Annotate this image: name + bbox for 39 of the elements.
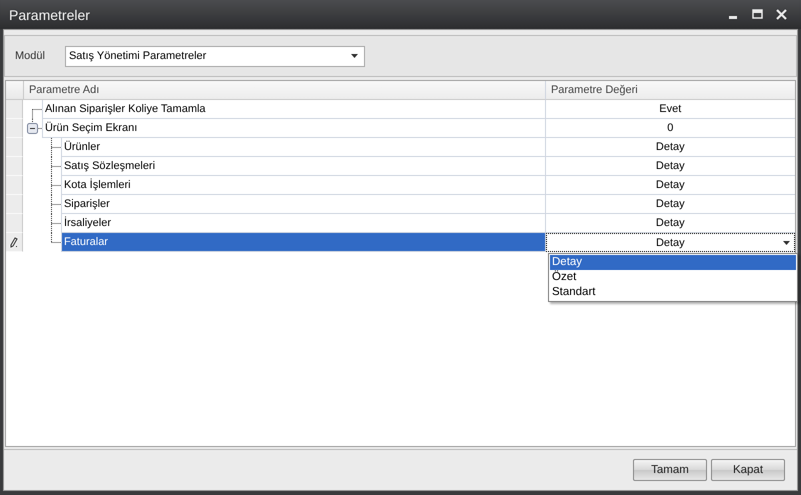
dialog-button[interactable]: Tamam	[633, 459, 707, 481]
parameter-value-cell: Detay	[546, 176, 795, 195]
tree-lines-drawing	[32, 119, 42, 129]
dropdown-arrow-icon	[350, 54, 358, 58]
value-select[interactable]: Detay	[546, 233, 795, 252]
dropdown-option[interactable]: Özet	[550, 270, 796, 285]
parameter-value-cell: 0	[546, 119, 795, 138]
parameter-value-cell: Detay	[546, 214, 795, 233]
parameter-name-cell[interactable]: Siparişler	[60, 195, 545, 214]
collapse-icon[interactable]	[26, 123, 38, 134]
parameter-name-cell[interactable]: Satış Sözleşmeleri	[60, 157, 545, 176]
window-title: Parametreler	[9, 6, 90, 22]
tree-lines-drawing	[32, 109, 42, 119]
dropdown-arrow-icon	[783, 240, 790, 244]
parameter-value-cell: Detay	[546, 157, 795, 176]
dropdown-option[interactable]: Standart	[550, 285, 796, 300]
parameter-name-cell[interactable]: Ürünler	[60, 138, 545, 157]
tree-lines-drawing	[50, 195, 61, 214]
parameter-value-cell: Detay	[546, 195, 795, 214]
module-label: Modül	[15, 50, 45, 62]
maximize-icon[interactable]	[752, 9, 763, 20]
pencil-icon	[10, 236, 18, 248]
dropdown-option[interactable]: Detay	[550, 255, 796, 270]
parameter-name-cell[interactable]: Alınan Siparişler Koliye Tamamla	[42, 100, 545, 119]
parameter-value-cell: Evet	[546, 100, 795, 119]
column-header[interactable]: Parametre Adı	[24, 81, 546, 100]
parameter-name-cell[interactable]: Kota İşlemleri	[60, 176, 545, 195]
dialog-button[interactable]: Kapat	[711, 459, 785, 481]
tree-lines-drawing	[50, 157, 61, 176]
header-corner	[6, 81, 24, 100]
close-icon[interactable]	[776, 9, 787, 20]
parameter-name-cell[interactable]: Faturalar	[60, 233, 545, 252]
parameter-value-cell: Detay	[546, 138, 795, 157]
module-select[interactable]: Satış Yönetimi Parametreler	[64, 46, 365, 66]
row-indicator[interactable]	[6, 233, 23, 252]
tree-lines-drawing	[50, 138, 61, 157]
column-header[interactable]: Parametre Değeri	[546, 81, 795, 100]
tree-lines-drawing	[50, 176, 61, 195]
parameter-name-cell[interactable]: Ürün Seçim Ekranı	[42, 119, 545, 138]
